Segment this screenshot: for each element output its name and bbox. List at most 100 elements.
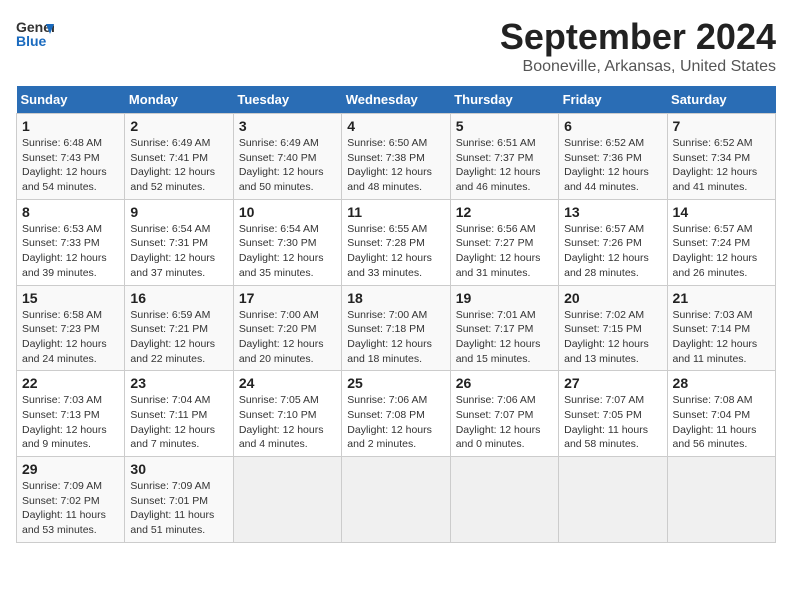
day-number: 13 (564, 204, 661, 220)
calendar-cell: 24 Sunrise: 7:05 AM Sunset: 7:10 PM Dayli… (233, 371, 341, 457)
calendar-cell: 15 Sunrise: 6:58 AM Sunset: 7:23 PM Dayli… (17, 285, 125, 371)
day-number: 22 (22, 375, 119, 391)
day-info: Sunrise: 6:54 AM Sunset: 7:31 PM Dayligh… (130, 222, 227, 281)
header-saturday: Saturday (667, 86, 775, 114)
day-number: 30 (130, 461, 227, 477)
day-number: 5 (456, 118, 553, 134)
day-info: Sunrise: 6:49 AM Sunset: 7:40 PM Dayligh… (239, 136, 336, 195)
day-number: 18 (347, 290, 444, 306)
day-number: 15 (22, 290, 119, 306)
day-info: Sunrise: 7:03 AM Sunset: 7:14 PM Dayligh… (673, 308, 770, 367)
calendar-cell: 30 Sunrise: 7:09 AM Sunset: 7:01 PM Dayli… (125, 457, 233, 543)
calendar-week-row: 1Sunrise: 6:48 AM Sunset: 7:43 PM Daylig… (17, 114, 776, 200)
day-info: Sunrise: 6:59 AM Sunset: 7:21 PM Dayligh… (130, 308, 227, 367)
day-info: Sunrise: 7:01 AM Sunset: 7:17 PM Dayligh… (456, 308, 553, 367)
calendar-cell: 4 Sunrise: 6:50 AM Sunset: 7:38 PM Daylig… (342, 114, 450, 200)
day-info: Sunrise: 6:57 AM Sunset: 7:24 PM Dayligh… (673, 222, 770, 281)
calendar-cell: 7Sunrise: 6:52 AM Sunset: 7:34 PM Daylig… (667, 114, 775, 200)
day-info: Sunrise: 6:48 AM Sunset: 7:43 PM Dayligh… (22, 136, 119, 195)
day-number: 9 (130, 204, 227, 220)
calendar-cell: 1Sunrise: 6:48 AM Sunset: 7:43 PM Daylig… (17, 114, 125, 200)
day-info: Sunrise: 7:08 AM Sunset: 7:04 PM Dayligh… (673, 393, 770, 452)
day-info: Sunrise: 7:04 AM Sunset: 7:11 PM Dayligh… (130, 393, 227, 452)
day-info: Sunrise: 7:06 AM Sunset: 7:08 PM Dayligh… (347, 393, 444, 452)
day-number: 24 (239, 375, 336, 391)
day-number: 19 (456, 290, 553, 306)
calendar-header-row: SundayMondayTuesdayWednesdayThursdayFrid… (17, 86, 776, 114)
page-subtitle: Booneville, Arkansas, United States (500, 58, 776, 76)
day-number: 27 (564, 375, 661, 391)
header-thursday: Thursday (450, 86, 558, 114)
calendar-cell: 16 Sunrise: 6:59 AM Sunset: 7:21 PM Dayli… (125, 285, 233, 371)
calendar-cell (450, 457, 558, 543)
day-number: 16 (130, 290, 227, 306)
calendar-cell: 20 Sunrise: 7:02 AM Sunset: 7:15 PM Dayli… (559, 285, 667, 371)
day-info: Sunrise: 6:58 AM Sunset: 7:23 PM Dayligh… (22, 308, 119, 367)
day-info: Sunrise: 7:02 AM Sunset: 7:15 PM Dayligh… (564, 308, 661, 367)
day-number: 2 (130, 118, 227, 134)
day-info: Sunrise: 6:53 AM Sunset: 7:33 PM Dayligh… (22, 222, 119, 281)
calendar-cell: 12Sunrise: 6:56 AM Sunset: 7:27 PM Dayli… (450, 199, 558, 285)
day-info: Sunrise: 7:07 AM Sunset: 7:05 PM Dayligh… (564, 393, 661, 452)
calendar-cell: 18 Sunrise: 7:00 AM Sunset: 7:18 PM Dayli… (342, 285, 450, 371)
calendar-cell: 8Sunrise: 6:53 AM Sunset: 7:33 PM Daylig… (17, 199, 125, 285)
calendar-cell: 10Sunrise: 6:54 AM Sunset: 7:30 PM Dayli… (233, 199, 341, 285)
calendar-cell: 5Sunrise: 6:51 AM Sunset: 7:37 PM Daylig… (450, 114, 558, 200)
calendar-cell: 23 Sunrise: 7:04 AM Sunset: 7:11 PM Dayli… (125, 371, 233, 457)
page-header: General Blue September 2024 Booneville, … (16, 16, 776, 76)
calendar-cell: 25 Sunrise: 7:06 AM Sunset: 7:08 PM Dayli… (342, 371, 450, 457)
day-number: 20 (564, 290, 661, 306)
title-block: September 2024 Booneville, Arkansas, Uni… (500, 16, 776, 76)
calendar-week-row: 29 Sunrise: 7:09 AM Sunset: 7:02 PM Dayli… (17, 457, 776, 543)
day-info: Sunrise: 7:05 AM Sunset: 7:10 PM Dayligh… (239, 393, 336, 452)
day-info: Sunrise: 6:50 AM Sunset: 7:38 PM Dayligh… (347, 136, 444, 195)
day-info: Sunrise: 7:06 AM Sunset: 7:07 PM Dayligh… (456, 393, 553, 452)
calendar-cell: 26 Sunrise: 7:06 AM Sunset: 7:07 PM Dayli… (450, 371, 558, 457)
calendar-cell: 27 Sunrise: 7:07 AM Sunset: 7:05 PM Dayli… (559, 371, 667, 457)
day-number: 23 (130, 375, 227, 391)
logo-icon: General Blue (16, 16, 54, 54)
page-title: September 2024 (500, 16, 776, 58)
day-info: Sunrise: 7:00 AM Sunset: 7:18 PM Dayligh… (347, 308, 444, 367)
calendar-cell: 22 Sunrise: 7:03 AM Sunset: 7:13 PM Dayli… (17, 371, 125, 457)
header-tuesday: Tuesday (233, 86, 341, 114)
calendar-cell: 6Sunrise: 6:52 AM Sunset: 7:36 PM Daylig… (559, 114, 667, 200)
calendar-cell (233, 457, 341, 543)
calendar-cell: 9 Sunrise: 6:54 AM Sunset: 7:31 PM Daylig… (125, 199, 233, 285)
day-number: 11 (347, 204, 444, 220)
day-number: 28 (673, 375, 770, 391)
day-number: 29 (22, 461, 119, 477)
day-number: 26 (456, 375, 553, 391)
day-info: Sunrise: 6:52 AM Sunset: 7:34 PM Dayligh… (673, 136, 770, 195)
calendar-cell: 3 Sunrise: 6:49 AM Sunset: 7:40 PM Daylig… (233, 114, 341, 200)
day-info: Sunrise: 6:54 AM Sunset: 7:30 PM Dayligh… (239, 222, 336, 281)
day-number: 25 (347, 375, 444, 391)
svg-text:Blue: Blue (16, 33, 47, 49)
calendar-week-row: 15 Sunrise: 6:58 AM Sunset: 7:23 PM Dayli… (17, 285, 776, 371)
calendar-week-row: 8Sunrise: 6:53 AM Sunset: 7:33 PM Daylig… (17, 199, 776, 285)
day-info: Sunrise: 7:09 AM Sunset: 7:02 PM Dayligh… (22, 479, 119, 538)
day-info: Sunrise: 6:49 AM Sunset: 7:41 PM Dayligh… (130, 136, 227, 195)
day-info: Sunrise: 6:52 AM Sunset: 7:36 PM Dayligh… (564, 136, 661, 195)
header-monday: Monday (125, 86, 233, 114)
logo: General Blue (16, 16, 58, 54)
calendar-cell: 13Sunrise: 6:57 AM Sunset: 7:26 PM Dayli… (559, 199, 667, 285)
calendar-cell: 19 Sunrise: 7:01 AM Sunset: 7:17 PM Dayli… (450, 285, 558, 371)
calendar-cell (342, 457, 450, 543)
header-friday: Friday (559, 86, 667, 114)
day-info: Sunrise: 7:09 AM Sunset: 7:01 PM Dayligh… (130, 479, 227, 538)
calendar-table: SundayMondayTuesdayWednesdayThursdayFrid… (16, 86, 776, 543)
calendar-cell: 2 Sunrise: 6:49 AM Sunset: 7:41 PM Daylig… (125, 114, 233, 200)
day-info: Sunrise: 7:00 AM Sunset: 7:20 PM Dayligh… (239, 308, 336, 367)
calendar-week-row: 22 Sunrise: 7:03 AM Sunset: 7:13 PM Dayli… (17, 371, 776, 457)
day-info: Sunrise: 6:56 AM Sunset: 7:27 PM Dayligh… (456, 222, 553, 281)
day-info: Sunrise: 6:55 AM Sunset: 7:28 PM Dayligh… (347, 222, 444, 281)
calendar-cell: 29 Sunrise: 7:09 AM Sunset: 7:02 PM Dayli… (17, 457, 125, 543)
day-info: Sunrise: 7:03 AM Sunset: 7:13 PM Dayligh… (22, 393, 119, 452)
day-number: 4 (347, 118, 444, 134)
calendar-cell: 17 Sunrise: 7:00 AM Sunset: 7:20 PM Dayli… (233, 285, 341, 371)
calendar-cell: 21Sunrise: 7:03 AM Sunset: 7:14 PM Dayli… (667, 285, 775, 371)
header-sunday: Sunday (17, 86, 125, 114)
day-number: 3 (239, 118, 336, 134)
day-number: 17 (239, 290, 336, 306)
